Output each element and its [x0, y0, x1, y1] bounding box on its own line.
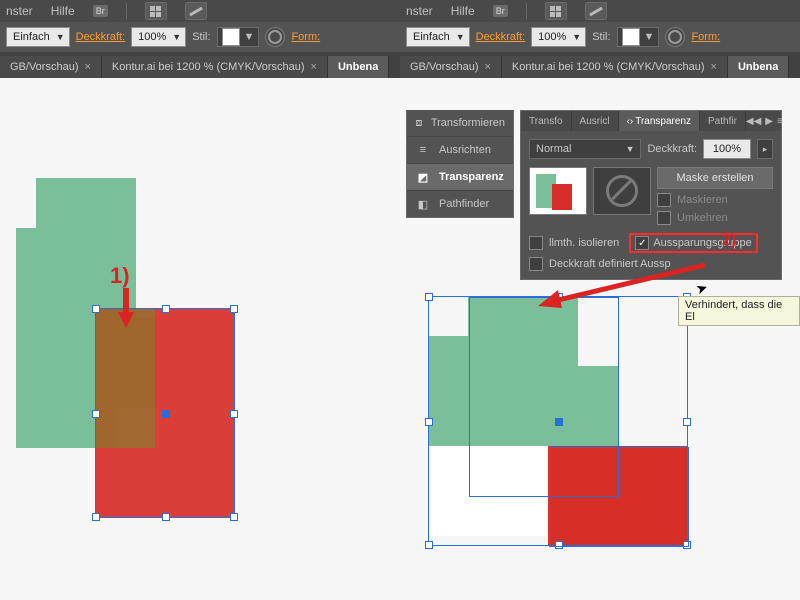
transparency-panel: Transfo Ausricl ‹›Transparenz Pathfir ◀◀… [520, 110, 782, 280]
tooltip: Verhindert, dass die El [678, 296, 800, 326]
make-mask-button[interactable]: Maske erstellen [657, 167, 773, 189]
opacity-dropdown[interactable]: 100%▼ [131, 27, 186, 47]
style-swatch [222, 28, 240, 46]
panel-tab-transform[interactable]: Transfo [521, 111, 572, 131]
recolor-icon[interactable] [265, 27, 285, 47]
separator [526, 3, 527, 19]
panel-dock: ⧈Transformieren ≡Ausrichten ◩Transparenz… [406, 110, 514, 218]
opacity-thumbnail [529, 167, 587, 215]
opacity-label: Deckkraft: [647, 143, 697, 155]
knockout-highlight: ✓ Aussparungsgruppe [629, 233, 757, 253]
form-link[interactable]: Form: [291, 31, 320, 43]
opacity-value: 100% [138, 31, 166, 43]
pathfinder-icon: ◧ [415, 197, 431, 211]
style-dropdown[interactable]: ▼ [217, 27, 260, 47]
menubar: nster Hilfe Br [0, 0, 400, 22]
selection-bounds [428, 296, 688, 546]
opacity-label[interactable]: Deckkraft: [76, 31, 126, 43]
panel-item-transparency[interactable]: ◩Transparenz [407, 163, 513, 190]
isolate-label: llmth. isolieren [549, 237, 619, 249]
style-label: Stil: [192, 31, 210, 43]
options-bar: Einfach▼ Deckkraft: 100%▼ Stil: ▼ Form: [400, 22, 800, 52]
close-icon[interactable]: × [84, 61, 90, 73]
opacity-stepper[interactable]: ▸ [757, 139, 773, 159]
menu-hilfe[interactable]: Hilfe [451, 4, 475, 18]
align-icon: ≡ [415, 143, 431, 157]
blend-mode-dropdown[interactable]: Normal▼ [529, 139, 641, 159]
panel-item-transform[interactable]: ⧈Transformieren [407, 110, 513, 136]
annotation-2: 2) [722, 232, 736, 250]
style-dropdown[interactable]: ▼ [617, 27, 660, 47]
knockout-checkbox[interactable]: ✓ [635, 236, 649, 250]
knockout-label: Aussparungsgruppe [653, 237, 751, 249]
stroke-profile-dropdown[interactable]: Einfach▼ [6, 27, 70, 47]
bridge-icon[interactable]: Br [93, 5, 108, 17]
transparency-icon: ◩ [415, 170, 431, 184]
nav-next-icon[interactable]: ▶ [765, 116, 773, 127]
invert-checkbox [657, 211, 671, 225]
form-link[interactable]: Form: [691, 31, 720, 43]
stroke-profile-value: Einfach [13, 31, 50, 43]
close-icon[interactable]: × [711, 61, 717, 73]
doc-tab-2[interactable]: Kontur.ai bei 1200 % (CMYK/Vorschau)× [502, 56, 728, 78]
doc-tab-3[interactable]: Unbena [328, 56, 389, 78]
canvas-right[interactable]: ▸▸ × ⧈Transformieren ≡Ausrichten ◩Transp… [400, 78, 800, 600]
annotation-1: 1) [110, 263, 130, 289]
panel-tabs: Transfo Ausricl ‹›Transparenz Pathfir ◀◀… [521, 111, 781, 131]
canvas-left[interactable]: 1) [0, 78, 400, 600]
mask-thumbnail[interactable] [593, 167, 651, 215]
stroke-profile-dropdown[interactable]: Einfach▼ [406, 27, 470, 47]
isolate-checkbox[interactable] [529, 236, 543, 250]
separator [126, 3, 127, 19]
doc-tab-1[interactable]: GB/Vorschau)× [400, 56, 502, 78]
layout-icon[interactable] [545, 2, 567, 20]
panel-menu-icon[interactable]: ≡ [777, 116, 783, 127]
panel-item-pathfinder[interactable]: ◧Pathfinder [407, 190, 513, 217]
panel-tab-pathfinder[interactable]: Pathfir [700, 111, 746, 131]
gpu-icon[interactable] [185, 2, 207, 20]
selection-bounds [95, 308, 235, 518]
doc-tab-3[interactable]: Unbena [728, 56, 789, 78]
transform-icon: ⧈ [415, 116, 423, 130]
document-tabs: GB/Vorschau)× Kontur.ai bei 1200 % (CMYK… [0, 52, 400, 78]
panel-tab-align[interactable]: Ausricl [572, 111, 619, 131]
menu-hilfe[interactable]: Hilfe [51, 4, 75, 18]
menu-fenster[interactable]: nster [6, 4, 33, 18]
close-icon[interactable]: × [311, 61, 317, 73]
panel-item-align[interactable]: ≡Ausrichten [407, 136, 513, 163]
menu-fenster[interactable]: nster [406, 4, 433, 18]
recolor-icon[interactable] [665, 27, 685, 47]
nav-prev-icon[interactable]: ◀◀ [746, 116, 761, 127]
close-icon[interactable]: × [484, 61, 490, 73]
doc-tab-2[interactable]: Kontur.ai bei 1200 % (CMYK/Vorschau)× [102, 56, 328, 78]
layout-icon[interactable] [145, 2, 167, 20]
clip-checkbox [657, 193, 671, 207]
red-arrow-1 [116, 288, 136, 328]
style-label: Stil: [592, 31, 610, 43]
options-bar: Einfach▼ Deckkraft: 100%▼ Stil: ▼ Form: [0, 22, 400, 52]
opacity-label[interactable]: Deckkraft: [476, 31, 526, 43]
gpu-icon[interactable] [585, 2, 607, 20]
panel-tab-transparency[interactable]: ‹›Transparenz [619, 111, 700, 131]
doc-tab-1[interactable]: GB/Vorschau)× [0, 56, 102, 78]
bridge-icon[interactable]: Br [493, 5, 508, 17]
opacity-input[interactable]: 100% [703, 139, 751, 159]
document-tabs: GB/Vorschau)× Kontur.ai bei 1200 % (CMYK… [400, 52, 800, 78]
menubar: nster Hilfe Br [400, 0, 800, 22]
opacity-dropdown[interactable]: 100%▼ [531, 27, 586, 47]
